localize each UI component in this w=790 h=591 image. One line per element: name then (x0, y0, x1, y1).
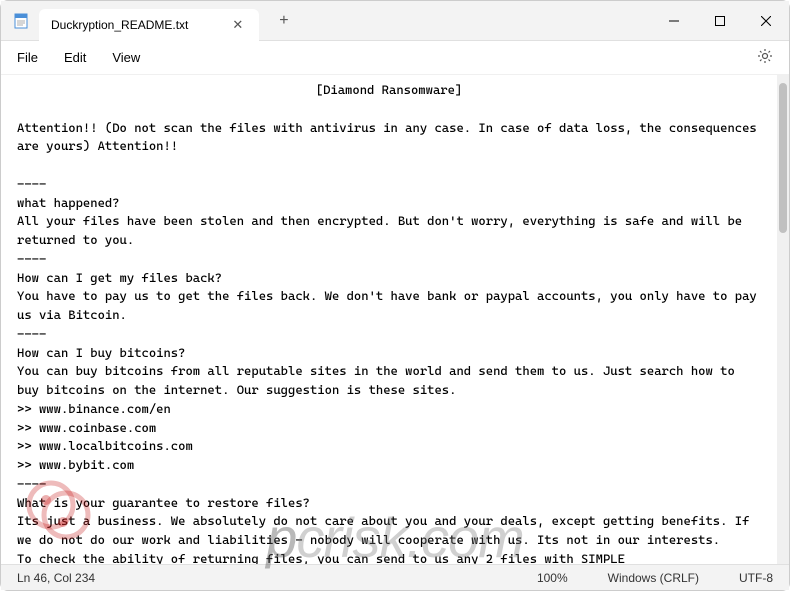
new-tab-button[interactable]: + (279, 12, 288, 30)
maximize-icon (715, 16, 725, 26)
minimize-icon (669, 16, 679, 26)
zoom-level[interactable]: 100% (537, 571, 568, 585)
text-content[interactable]: [Diamond Ransomware] Attention!! (Do not… (1, 75, 777, 564)
close-tab-icon[interactable]: ✕ (228, 17, 247, 33)
notepad-icon (13, 13, 29, 29)
menubar: File Edit View (1, 41, 789, 75)
gear-icon (757, 48, 773, 64)
document-body: Attention!! (Do not scan the files with … (17, 120, 764, 565)
tab-title: Duckryption_README.txt (51, 18, 188, 32)
document-title: [Diamond Ransomware] (17, 81, 761, 100)
vertical-scrollbar[interactable] (777, 75, 789, 564)
close-button[interactable] (743, 1, 789, 41)
menu-view[interactable]: View (112, 50, 140, 65)
charset[interactable]: UTF-8 (739, 571, 773, 585)
maximize-button[interactable] (697, 1, 743, 41)
menu-file[interactable]: File (17, 50, 38, 65)
cursor-position: Ln 46, Col 234 (17, 571, 95, 585)
content-wrapper: [Diamond Ransomware] Attention!! (Do not… (1, 75, 789, 564)
settings-button[interactable] (757, 48, 773, 67)
close-icon (761, 16, 771, 26)
titlebar: Duckryption_README.txt ✕ + (1, 1, 789, 41)
scroll-thumb[interactable] (779, 83, 787, 233)
file-tab[interactable]: Duckryption_README.txt ✕ (39, 9, 259, 41)
statusbar: Ln 46, Col 234 100% Windows (CRLF) UTF-8 (1, 564, 789, 590)
minimize-button[interactable] (651, 1, 697, 41)
line-ending[interactable]: Windows (CRLF) (608, 571, 699, 585)
window-controls (651, 1, 789, 41)
menu-edit[interactable]: Edit (64, 50, 86, 65)
